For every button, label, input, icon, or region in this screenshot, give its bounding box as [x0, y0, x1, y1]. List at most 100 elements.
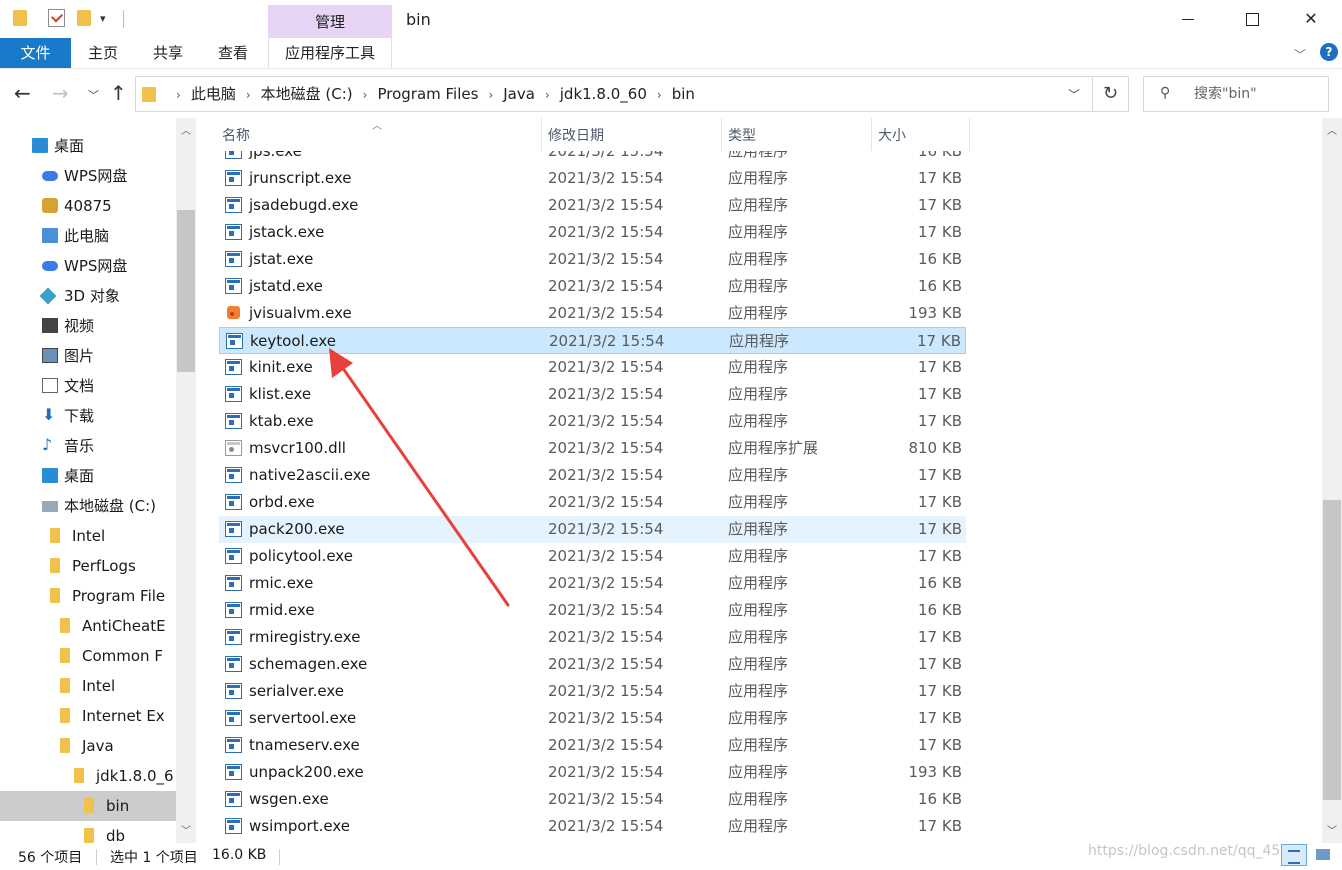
address-history-chevron-icon[interactable]: ﹀	[1068, 86, 1080, 103]
breadcrumb-item[interactable]: bin	[672, 85, 695, 103]
file-row[interactable]: klist.exe 2021/3/2 15:54 应用程序 17 KB	[219, 381, 966, 408]
file-row[interactable]: jsadebugd.exe 2021/3/2 15:54 应用程序 17 KB	[219, 192, 966, 219]
nav-item[interactable]: bin	[0, 791, 176, 821]
large-icons-view-icon[interactable]	[1312, 845, 1334, 865]
help-icon[interactable]: ?	[1320, 43, 1338, 61]
nav-item[interactable]: 图片	[0, 341, 176, 371]
file-row[interactable]: orbd.exe 2021/3/2 15:54 应用程序 17 KB	[219, 489, 966, 516]
nav-item-label: Program File	[72, 587, 166, 605]
column-header-type[interactable]: 类型	[722, 118, 872, 151]
breadcrumb-separator-icon[interactable]: ›	[246, 88, 251, 102]
file-row[interactable]: serialver.exe 2021/3/2 15:54 应用程序 17 KB	[219, 678, 966, 705]
file-row[interactable]: jps.exe 2021/3/2 15:54 应用程序 16 KB	[219, 151, 966, 165]
properties-icon[interactable]	[48, 9, 65, 27]
back-button[interactable]: ←	[14, 82, 31, 104]
file-row[interactable]: msvcr100.dll 2021/3/2 15:54 应用程序扩展 810 KB	[219, 435, 966, 462]
column-header-name[interactable]: 名称	[216, 118, 542, 151]
file-list-scrollbar[interactable]: ︿ ﹀	[1322, 118, 1342, 843]
nav-item[interactable]: Common F	[0, 641, 176, 671]
forward-button[interactable]: →	[52, 82, 69, 104]
refresh-button[interactable]: ↻	[1093, 76, 1129, 112]
breadcrumb-separator-icon[interactable]: ›	[545, 88, 550, 102]
nav-item[interactable]: PerfLogs	[0, 551, 176, 581]
file-row[interactable]: keytool.exe 2021/3/2 15:54 应用程序 17 KB	[219, 327, 966, 354]
breadcrumb-item[interactable]: jdk1.8.0_60	[560, 85, 647, 103]
file-row[interactable]: jstack.exe 2021/3/2 15:54 应用程序 17 KB	[219, 219, 966, 246]
file-row[interactable]: rmid.exe 2021/3/2 15:54 应用程序 16 KB	[219, 597, 966, 624]
nav-item[interactable]: db	[0, 821, 176, 843]
breadcrumb-separator-icon[interactable]: ›	[488, 88, 493, 102]
tab-application-tools[interactable]: 应用程序工具	[268, 38, 392, 68]
file-row[interactable]: kinit.exe 2021/3/2 15:54 应用程序 17 KB	[219, 354, 966, 381]
tab-file[interactable]: 文件	[0, 38, 71, 68]
up-button[interactable]: ↑	[110, 82, 127, 104]
nav-item[interactable]: 文档	[0, 371, 176, 401]
breadcrumb-item[interactable]: 此电脑	[191, 85, 236, 103]
breadcrumb-item[interactable]: Java	[503, 85, 535, 103]
nav-item[interactable]: WPS网盘	[0, 161, 176, 191]
tab-share[interactable]: 共享	[153, 38, 183, 68]
file-row[interactable]: jstatd.exe 2021/3/2 15:54 应用程序 16 KB	[219, 273, 966, 300]
recent-locations-chevron-icon[interactable]: ﹀	[88, 85, 99, 107]
file-row[interactable]: jstat.exe 2021/3/2 15:54 应用程序 16 KB	[219, 246, 966, 273]
file-row[interactable]: pack200.exe 2021/3/2 15:54 应用程序 17 KB	[219, 516, 966, 543]
nav-item[interactable]: Intel	[0, 671, 176, 701]
scrollbar-thumb[interactable]	[177, 210, 195, 372]
navigation-pane-scrollbar[interactable]: ︿ ﹀	[176, 118, 196, 843]
breadcrumb-separator-icon[interactable]: ›	[657, 88, 662, 102]
nav-item[interactable]: Internet Ex	[0, 701, 176, 731]
breadcrumb-item[interactable]: 本地磁盘 (C:)	[261, 85, 353, 103]
file-row[interactable]: tnameserv.exe 2021/3/2 15:54 应用程序 17 KB	[219, 732, 966, 759]
nav-item[interactable]: 本地磁盘 (C:)	[0, 491, 176, 521]
nav-item[interactable]: Java	[0, 731, 176, 761]
new-folder-icon[interactable]	[77, 10, 91, 26]
maximize-button[interactable]	[1229, 0, 1275, 38]
search-input[interactable]: ⚲ 搜索"bin"	[1143, 76, 1329, 112]
file-row[interactable]: jvisualvm.exe 2021/3/2 15:54 应用程序 193 KB	[219, 300, 966, 327]
nav-item[interactable]: 此电脑	[0, 221, 176, 251]
nav-item[interactable]: Program File	[0, 581, 176, 611]
scroll-up-icon[interactable]: ︿	[1322, 122, 1342, 137]
file-row[interactable]: wsimport.exe 2021/3/2 15:54 应用程序 17 KB	[219, 813, 966, 840]
file-row[interactable]: native2ascii.exe 2021/3/2 15:54 应用程序 17 KB	[219, 462, 966, 489]
file-row[interactable]: servertool.exe 2021/3/2 15:54 应用程序 17 KB	[219, 705, 966, 732]
breadcrumb-separator-icon[interactable]: ›	[176, 88, 181, 102]
file-name: jsadebugd.exe	[249, 196, 359, 214]
file-row[interactable]: wsgen.exe 2021/3/2 15:54 应用程序 16 KB	[219, 786, 966, 813]
expand-ribbon-chevron-icon[interactable]: ﹀	[1294, 46, 1306, 63]
scroll-down-icon[interactable]: ﹀	[176, 822, 196, 837]
file-row[interactable]: schemagen.exe 2021/3/2 15:54 应用程序 17 KB	[219, 651, 966, 678]
tab-home[interactable]: 主页	[88, 38, 118, 68]
nav-item[interactable]: 桌面	[0, 461, 176, 491]
breadcrumb-separator-icon[interactable]: ›	[363, 88, 368, 102]
nav-item[interactable]: ♪ 音乐	[0, 431, 176, 461]
nav-item[interactable]: ⬇ 下载	[0, 401, 176, 431]
file-row[interactable]: rmic.exe 2021/3/2 15:54 应用程序 16 KB	[219, 570, 966, 597]
nav-item[interactable]: 视频	[0, 311, 176, 341]
file-row[interactable]: ktab.exe 2021/3/2 15:54 应用程序 17 KB	[219, 408, 966, 435]
file-row[interactable]: rmiregistry.exe 2021/3/2 15:54 应用程序 17 KB	[219, 624, 966, 651]
minimize-button[interactable]	[1165, 0, 1211, 38]
file-row[interactable]: jrunscript.exe 2021/3/2 15:54 应用程序 17 KB	[219, 165, 966, 192]
nav-item[interactable]: jdk1.8.0_6	[0, 761, 176, 791]
nav-item[interactable]: AntiCheatE	[0, 611, 176, 641]
scroll-up-icon[interactable]: ︿	[176, 122, 196, 137]
scroll-down-icon[interactable]: ﹀	[1322, 822, 1342, 837]
close-button[interactable]: ✕	[1288, 0, 1334, 38]
manage-context-tab[interactable]: 管理	[268, 5, 392, 38]
nav-item[interactable]: 桌面	[0, 131, 176, 161]
nav-item[interactable]: 40875	[0, 191, 176, 221]
column-header-date[interactable]: 修改日期	[542, 118, 722, 151]
customize-quick-access-chevron-icon[interactable]: ▾	[100, 12, 106, 25]
scrollbar-thumb[interactable]	[1323, 500, 1341, 800]
breadcrumb-item[interactable]: Program Files	[377, 85, 478, 103]
nav-item[interactable]: Intel	[0, 521, 176, 551]
tab-view[interactable]: 查看	[218, 38, 248, 68]
file-row[interactable]: policytool.exe 2021/3/2 15:54 应用程序 17 KB	[219, 543, 966, 570]
column-header-size[interactable]: 大小	[872, 118, 970, 151]
details-view-icon[interactable]	[1281, 844, 1307, 866]
file-row[interactable]: unpack200.exe 2021/3/2 15:54 应用程序 193 KB	[219, 759, 966, 786]
nav-item[interactable]: WPS网盘	[0, 251, 176, 281]
nav-item[interactable]: 3D 对象	[0, 281, 176, 311]
address-bar[interactable]: › 此电脑 › 本地磁盘 (C:) › Program Files › Java › jdk1.8…	[135, 76, 1093, 112]
